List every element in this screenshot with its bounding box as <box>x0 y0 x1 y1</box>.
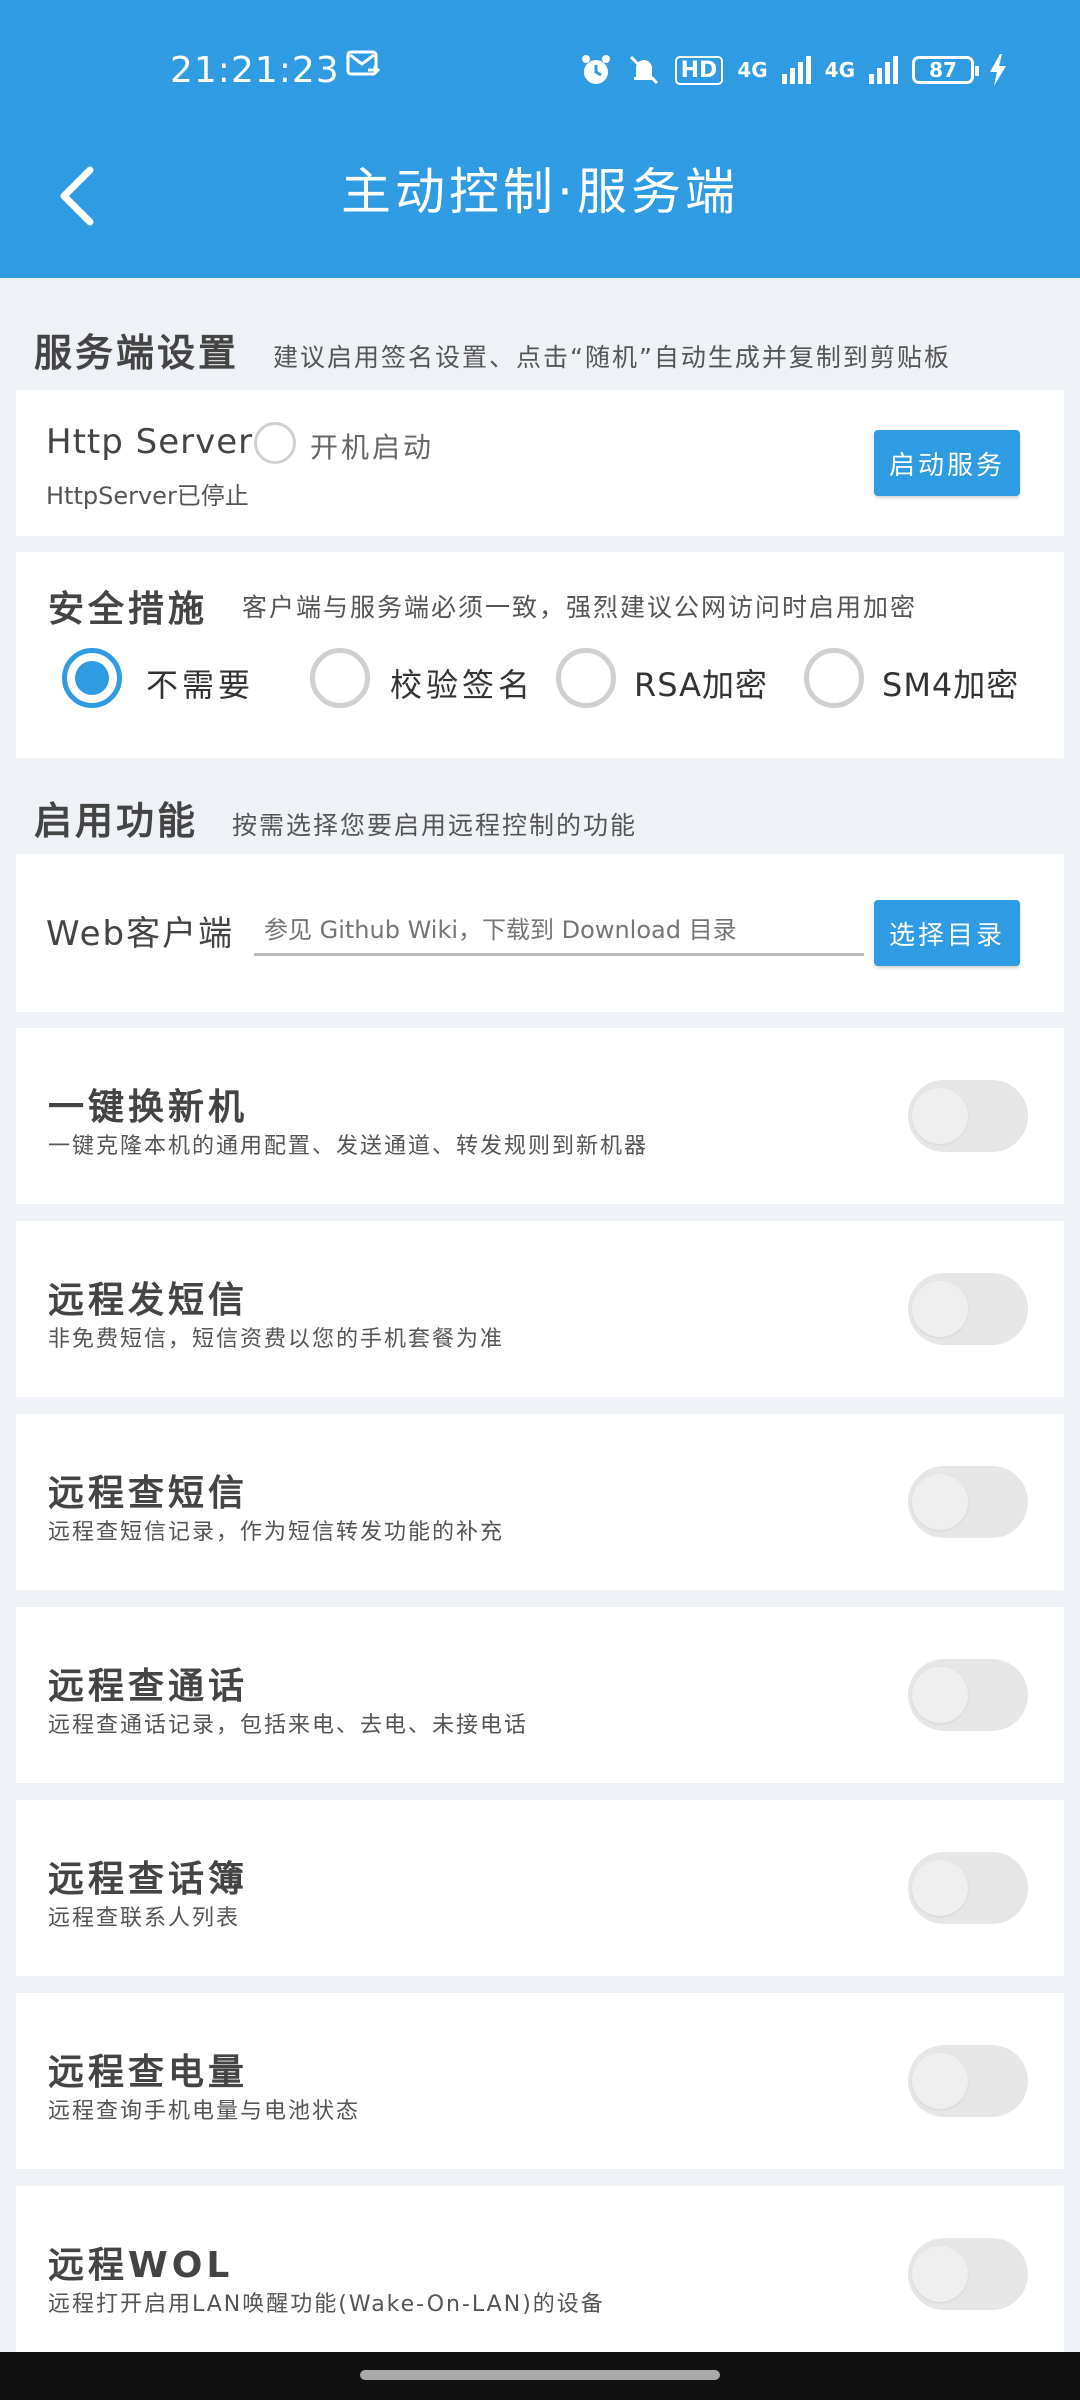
section-desc: 建议启用签名设置、点击“随机”自动生成并复制到剪贴板 <box>273 343 951 372</box>
network-type-2: 4G <box>824 58 855 82</box>
autostart-radio[interactable] <box>254 422 296 464</box>
feature-toggle[interactable] <box>908 1080 1028 1152</box>
network-type-1: 4G <box>737 58 768 82</box>
status-icons: HD 4G 4G 87 <box>579 53 1008 87</box>
feature-title: 一键换新机 <box>48 1087 249 1128</box>
web-client-card: Web客户端 选择目录 <box>16 854 1064 1012</box>
feature-toggle[interactable] <box>908 2238 1028 2310</box>
navigation-bar <box>0 2352 1080 2400</box>
http-server-card: Http Server 开机启动 HttpServer已停止 启动服务 <box>16 390 1064 536</box>
server-status: HttpServer已停止 <box>46 482 249 510</box>
signal-icon <box>781 56 811 84</box>
app-bar: 21:21:23 HD 4G 4G 87 主动控制·服务端 <box>0 0 1080 278</box>
feature-desc: 远程查通话记录，包括来电、去电、未接电话 <box>48 1713 529 1738</box>
autostart-label: 开机启动 <box>310 431 435 464</box>
feature-title: 远程查话簿 <box>48 1859 249 1900</box>
web-client-dir-input[interactable] <box>254 906 864 956</box>
feature-desc: 远程查询手机电量与电池状态 <box>48 2099 361 2124</box>
web-client-label: Web客户端 <box>46 914 235 954</box>
feature-title: 远程查短信 <box>48 1473 249 1514</box>
security-card: 安全措施 客户端与服务端必须一致，强烈建议公网访问时启用加密 不需要 校验签名 … <box>16 552 1064 758</box>
feature-title: 远程查电量 <box>48 2052 249 2093</box>
feature-row: 远程查话簿远程查联系人列表 <box>16 1800 1064 1976</box>
start-service-button[interactable]: 启动服务 <box>874 430 1020 496</box>
feature-title: 远程发短信 <box>48 1280 249 1321</box>
feature-toggle[interactable] <box>908 1466 1028 1538</box>
mute-icon <box>629 55 658 85</box>
feature-desc: 远程查短信记录，作为短信转发功能的补充 <box>48 1520 505 1545</box>
alarm-icon <box>581 55 610 84</box>
message-icon <box>346 50 381 76</box>
security-title: 安全措施 <box>48 589 209 630</box>
feature-row: 一键换新机一键克隆本机的通用配置、发送通道、转发规则到新机器 <box>16 1028 1064 1204</box>
radio-rsa[interactable] <box>556 648 616 708</box>
feature-desc: 远程查联系人列表 <box>48 1906 241 1931</box>
status-bar: 21:21:23 HD 4G 4G 87 <box>0 44 1080 96</box>
battery-level: 87 <box>912 56 979 84</box>
feature-desc: 远程打开启用LAN唤醒功能(Wake-On-LAN)的设备 <box>48 2292 605 2317</box>
feature-toggle[interactable] <box>908 1659 1028 1731</box>
charging-icon <box>990 54 1006 86</box>
feature-title: 远程WOL <box>48 2245 234 2286</box>
feature-row: 远程查短信远程查短信记录，作为短信转发功能的补充 <box>16 1414 1064 1590</box>
section-title: 服务端设置 <box>34 331 240 375</box>
server-name: Http Server <box>46 422 254 462</box>
security-desc: 客户端与服务端必须一致，强烈建议公网访问时启用加密 <box>242 593 918 622</box>
feature-desc: 一键克隆本机的通用配置、发送通道、转发规则到新机器 <box>48 1134 649 1159</box>
feature-title: 远程查通话 <box>48 1666 249 1707</box>
status-time: 21:21:23 <box>170 49 340 91</box>
page-title: 主动控制·服务端 <box>341 163 739 221</box>
select-dir-button[interactable]: 选择目录 <box>874 900 1020 966</box>
hd-badge: HD <box>674 55 724 85</box>
radio-sign-label: 校验签名 <box>390 666 535 704</box>
radio-sm4[interactable] <box>804 648 864 708</box>
feature-row: 远程查电量远程查询手机电量与电池状态 <box>16 1993 1064 2169</box>
feature-row: 远程发短信非免费短信，短信资费以您的手机套餐为准 <box>16 1221 1064 1397</box>
signal-icon <box>869 56 898 84</box>
features-header: 启用功能 按需选择您要启用远程控制的功能 <box>34 790 637 845</box>
home-indicator[interactable] <box>360 2370 720 2380</box>
feature-toggle[interactable] <box>908 1273 1028 1345</box>
radio-none-label: 不需要 <box>146 666 255 704</box>
section-title: 启用功能 <box>34 799 199 843</box>
feature-toggle[interactable] <box>908 1852 1028 1924</box>
radio-none[interactable] <box>62 648 122 708</box>
feature-toggle[interactable] <box>908 2045 1028 2117</box>
server-settings-header: 服务端设置 建议启用签名设置、点击“随机”自动生成并复制到剪贴板 <box>34 322 951 377</box>
radio-sm4-label: SM4加密 <box>882 666 1020 704</box>
feature-row: 远程查通话远程查通话记录，包括来电、去电、未接电话 <box>16 1607 1064 1783</box>
radio-sign[interactable] <box>310 648 370 708</box>
feature-desc: 非免费短信，短信资费以您的手机套餐为准 <box>48 1327 505 1352</box>
feature-row: 远程WOL 远程打开启用LAN唤醒功能(Wake-On-LAN)的设备 <box>16 2186 1064 2362</box>
radio-rsa-label: RSA加密 <box>634 666 769 704</box>
section-desc: 按需选择您要启用远程控制的功能 <box>232 811 638 840</box>
